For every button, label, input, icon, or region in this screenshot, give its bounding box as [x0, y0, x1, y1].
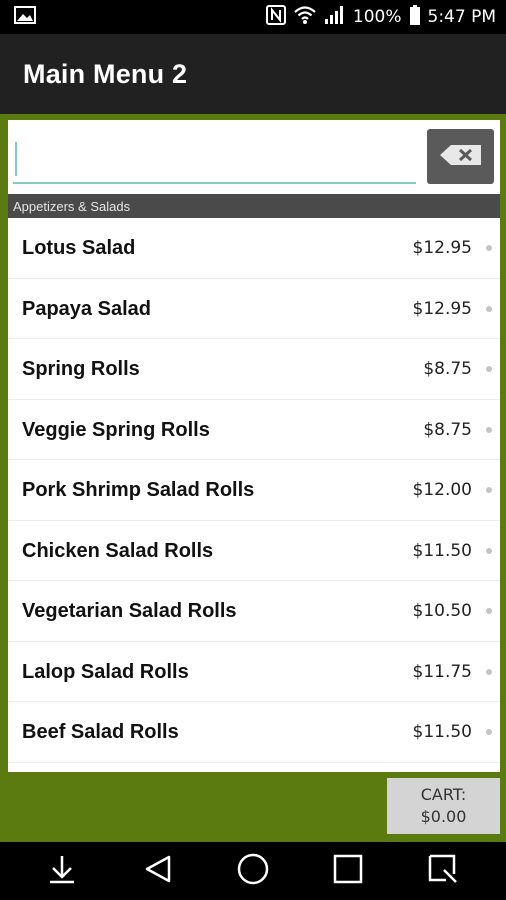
menu-item[interactable]: Spring Rolls $8.75: [8, 339, 500, 400]
qslide-button[interactable]: [413, 842, 473, 900]
menu-item[interactable]: Veggie Spring Rolls $8.75: [8, 400, 500, 460]
item-price: $11.75: [412, 661, 472, 682]
notification-pull-button[interactable]: [32, 842, 92, 900]
menu-list: Lotus Salad $12.95 Papaya Salad $12.95 S…: [8, 218, 500, 763]
item-indicator-dot: [486, 305, 492, 312]
item-price: $12.95: [412, 298, 472, 319]
image-icon: [14, 6, 36, 28]
item-price: $8.75: [423, 419, 472, 440]
item-indicator-dot: [486, 729, 492, 735]
item-name: Pork Shrimp Salad Rolls: [22, 479, 255, 501]
item-price: $11.50: [412, 540, 472, 561]
back-icon: [143, 853, 173, 889]
item-price: $10.50: [412, 601, 472, 621]
item-indicator-dot: [486, 608, 492, 614]
item-indicator-dot: [486, 366, 492, 372]
item-name: Lalop Salad Rolls: [22, 660, 189, 683]
search-row: [8, 120, 500, 194]
battery-icon: [409, 5, 421, 29]
menu-item[interactable]: Vegetarian Salad Rolls $10.50: [8, 581, 500, 642]
menu-item[interactable]: Papaya Salad $12.95: [8, 279, 500, 339]
menu-item[interactable]: Lotus Salad $12.95: [8, 218, 500, 279]
home-button[interactable]: [223, 842, 283, 900]
item-indicator-dot: [486, 487, 492, 493]
battery-percent: 100%: [352, 7, 402, 27]
clock: 5:47 PM: [427, 7, 497, 27]
menu-panel: Appetizers & Salads Lotus Salad $12.95 P…: [8, 120, 500, 772]
qslide-icon: [426, 852, 460, 890]
item-price: $8.75: [423, 359, 472, 379]
item-name: Lotus Salad: [22, 237, 136, 259]
item-name: Veggie Spring Rolls: [22, 418, 210, 441]
item-indicator-dot: [486, 547, 492, 554]
search-input[interactable]: [13, 134, 416, 184]
section-header: Appetizers & Salads: [8, 194, 500, 218]
navigation-bar: [0, 842, 506, 900]
menu-item[interactable]: Pork Shrimp Salad Rolls $12.00: [8, 460, 500, 521]
item-name: Beef Salad Rolls: [22, 721, 179, 743]
nfc-icon: [265, 5, 286, 29]
recents-button[interactable]: [318, 842, 378, 900]
item-price: $11.50: [412, 722, 472, 742]
item-indicator-dot: [486, 426, 492, 433]
menu-item[interactable]: Lalop Salad Rolls $11.75: [8, 642, 500, 702]
wifi-icon: [293, 5, 317, 29]
section-title: Appetizers & Salads: [13, 198, 131, 214]
recents-icon: [332, 853, 364, 889]
item-name: Chicken Salad Rolls: [22, 539, 214, 562]
cart-label: CART:: [420, 785, 467, 804]
signal-icon: [324, 5, 346, 29]
clear-search-button[interactable]: [427, 129, 494, 184]
cart-button[interactable]: CART: $0.00: [387, 778, 500, 834]
text-cursor: [15, 142, 17, 176]
home-icon: [236, 852, 270, 890]
item-price: $12.00: [412, 480, 472, 500]
page-title: Main Menu 2: [23, 58, 188, 89]
menu-item[interactable]: Beef Salad Rolls $11.50: [8, 702, 500, 763]
menu-item[interactable]: Chicken Salad Rolls $11.50: [8, 521, 500, 581]
backspace-icon: [439, 144, 483, 170]
back-button[interactable]: [128, 842, 188, 900]
item-name: Spring Rolls: [22, 358, 140, 380]
app-bar: Main Menu 2: [0, 34, 506, 114]
item-indicator-dot: [486, 245, 492, 251]
notification-pull-icon: [47, 853, 77, 889]
status-bar: 100% 5:47 PM: [0, 0, 506, 34]
item-name: Papaya Salad: [22, 297, 151, 320]
item-name: Vegetarian Salad Rolls: [22, 600, 237, 622]
cart-total: $0.00: [420, 807, 467, 826]
item-price: $12.95: [412, 238, 472, 258]
item-indicator-dot: [486, 668, 492, 675]
